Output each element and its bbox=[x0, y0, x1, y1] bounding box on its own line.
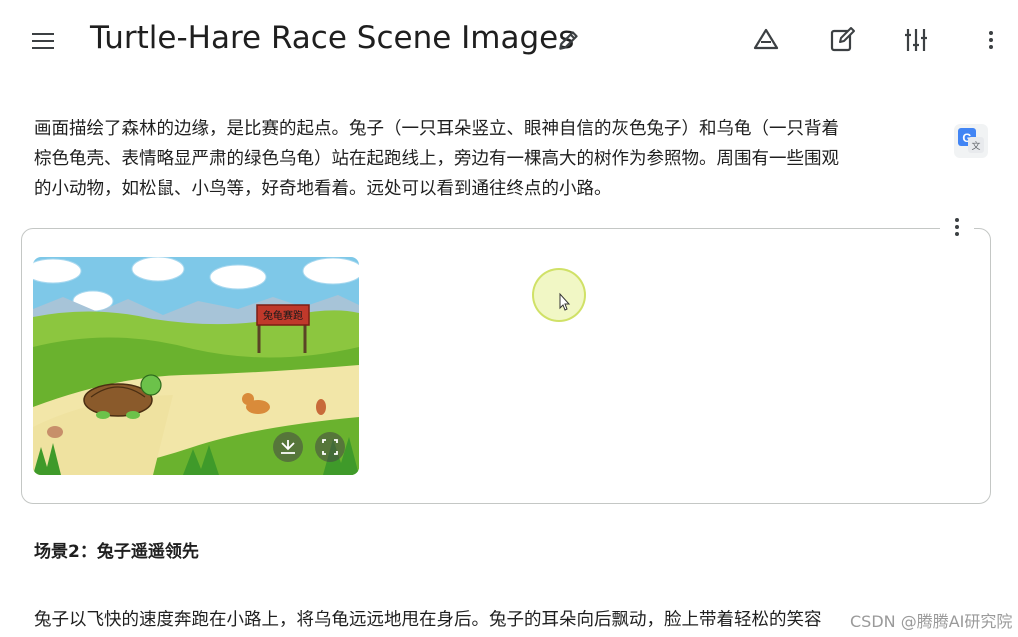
scene-2-heading: 场景2：兔子遥遥领先 bbox=[34, 542, 199, 562]
paragraph-line: 棕色龟壳、表情略显严肃的绿色乌龟）站在起跑线上，旁边有一棵高大的树作为参照物。周… bbox=[34, 149, 839, 169]
translate-icon[interactable]: G文 bbox=[954, 124, 988, 158]
tune-icon[interactable] bbox=[900, 24, 932, 56]
paragraph-line: 的小动物，如松鼠、小鸟等，好奇地看着。远处可以看到通往终点的小路。 bbox=[34, 179, 612, 199]
scene-description: 画面描绘了森林的边缘，是比赛的起点。兔子（一只耳朵竖立、眼神自信的灰色兔子）和乌… bbox=[34, 114, 964, 204]
top-app-bar: Turtle-Hare Race Scene Images bbox=[0, 0, 1018, 80]
edit-note-icon[interactable] bbox=[826, 24, 858, 56]
watermark: CSDN @腾腾AI研究院 bbox=[850, 612, 1013, 631]
menu-icon[interactable] bbox=[30, 28, 58, 52]
card-more-icon[interactable] bbox=[940, 210, 974, 244]
drive-icon[interactable] bbox=[750, 24, 782, 56]
svg-text:文: 文 bbox=[971, 140, 980, 152]
cursor-highlight bbox=[532, 268, 586, 322]
edit-title-icon[interactable] bbox=[556, 27, 582, 53]
race-sign-text: 兔龟赛跑 bbox=[263, 309, 303, 322]
more-vert-icon[interactable] bbox=[975, 24, 1007, 56]
scene-image[interactable]: 兔龟赛跑 bbox=[33, 257, 359, 475]
page-title: Turtle-Hare Race Scene Images bbox=[90, 20, 575, 56]
paragraph-line: 画面描绘了森林的边缘，是比赛的起点。兔子（一只耳朵竖立、眼神自信的灰色兔子）和乌… bbox=[34, 119, 839, 139]
